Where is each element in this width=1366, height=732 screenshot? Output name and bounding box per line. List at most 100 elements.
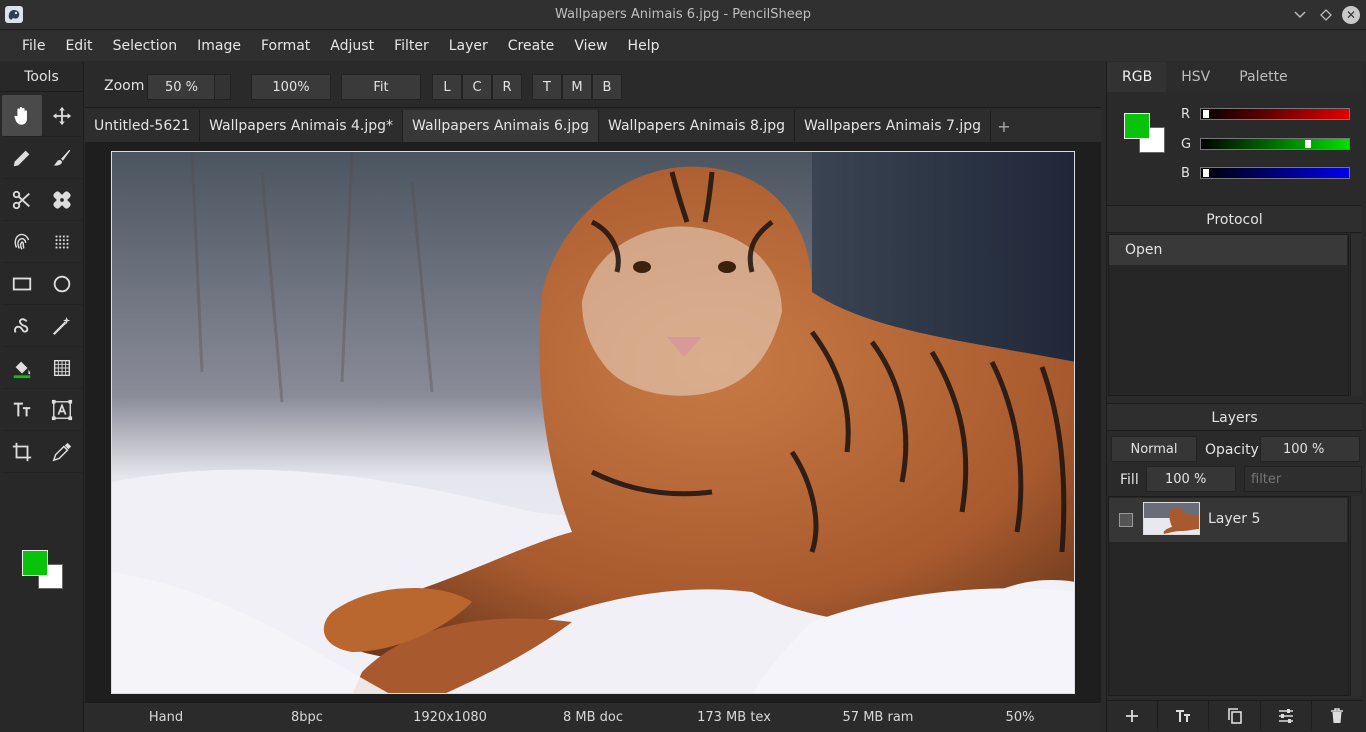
canvas-image[interactable] <box>111 151 1075 694</box>
tab-palette[interactable]: Palette <box>1224 62 1302 92</box>
opacity-input[interactable]: 100 % <box>1260 436 1360 462</box>
tab-wallpapers-animais-4[interactable]: Wallpapers Animais 4.jpg* <box>200 110 404 142</box>
tool-brush[interactable] <box>42 137 82 179</box>
menu-edit[interactable]: Edit <box>54 38 101 54</box>
tool-healing[interactable] <box>42 179 82 221</box>
scissors-icon <box>12 190 30 209</box>
tool-noise[interactable] <box>42 221 82 263</box>
tool-rectangle[interactable] <box>2 263 42 305</box>
menu-filter[interactable]: Filter <box>383 38 438 54</box>
maximize-button[interactable] <box>1316 5 1336 25</box>
text-layer-icon <box>1176 709 1191 722</box>
menu-selection[interactable]: Selection <box>102 38 187 54</box>
zoom-fit-button[interactable]: Fit <box>341 74 421 100</box>
status-tool: Hand <box>148 710 184 725</box>
add-layer-button[interactable] <box>1107 701 1159 730</box>
add-tab-button[interactable]: + <box>991 110 1017 142</box>
g-slider-knob[interactable] <box>1305 140 1311 148</box>
menu-adjust[interactable]: Adjust <box>319 38 383 54</box>
layer-row[interactable]: Layer 5 <box>1109 498 1347 542</box>
paint-bucket-icon <box>13 361 31 378</box>
zoom-spinner[interactable] <box>214 75 230 99</box>
close-button[interactable]: ✕ <box>1342 6 1360 24</box>
tab-untitled-5621[interactable]: Untitled-5621 <box>85 110 201 142</box>
ellipse-icon <box>53 275 71 292</box>
zoom-input[interactable]: 50 % <box>147 74 231 100</box>
tool-pencil[interactable] <box>2 137 42 179</box>
opacity-value: 100 % <box>1283 441 1325 457</box>
diamond-icon <box>1320 9 1332 21</box>
tool-text-frame[interactable] <box>42 389 82 431</box>
zoom-100-button[interactable]: 100% <box>251 74 331 100</box>
minimize-button[interactable] <box>1290 5 1310 25</box>
status-zoom: 50% <box>1005 710 1035 725</box>
layers-scrollbar[interactable] <box>1350 496 1362 696</box>
color-swatches[interactable] <box>20 549 66 591</box>
fill-input[interactable]: 100 % <box>1146 466 1236 492</box>
tab-wallpapers-animais-8[interactable]: Wallpapers Animais 8.jpg <box>599 110 796 142</box>
status-texture-memory: 173 MB tex <box>697 710 771 725</box>
zoom-label: Zoom <box>104 78 145 94</box>
tool-fill[interactable] <box>2 347 42 389</box>
layer-visibility-checkbox[interactable] <box>1119 513 1133 527</box>
protocol-header: Protocol <box>1107 205 1362 233</box>
tool-gradient[interactable] <box>42 347 82 389</box>
tool-eyedropper[interactable] <box>42 431 82 473</box>
text-layer-button[interactable] <box>1158 701 1210 730</box>
tool-ellipse[interactable] <box>42 263 82 305</box>
menu-view[interactable]: View <box>563 38 616 54</box>
layer-properties-button[interactable] <box>1261 701 1312 730</box>
canvas-area[interactable] <box>85 142 1101 702</box>
tab-wallpapers-animais-6[interactable]: Wallpapers Animais 6.jpg <box>403 110 600 142</box>
align-left-button[interactable]: L <box>432 74 462 100</box>
align-center-button[interactable]: C <box>462 74 492 100</box>
menu-create[interactable]: Create <box>497 38 564 54</box>
tool-text[interactable] <box>2 389 42 431</box>
menu-format[interactable]: Format <box>250 38 319 54</box>
menu-help[interactable]: Help <box>617 38 669 54</box>
r-channel-slider[interactable] <box>1200 108 1350 120</box>
tab-hsv[interactable]: HSV <box>1166 62 1224 92</box>
layer-properties-icon <box>1278 708 1293 723</box>
b-channel-slider[interactable] <box>1200 167 1350 179</box>
duplicate-layer-button[interactable] <box>1209 701 1261 730</box>
tool-crop[interactable] <box>2 431 42 473</box>
chevron-down-icon <box>1294 11 1306 19</box>
tool-smudge[interactable] <box>2 221 42 263</box>
tab-rgb[interactable]: RGB <box>1107 62 1167 92</box>
tool-lasso[interactable] <box>2 305 42 347</box>
status-bit-depth: 8bpc <box>291 710 323 725</box>
align-right-button[interactable]: R <box>492 74 522 100</box>
layer-filter-input[interactable] <box>1244 466 1362 492</box>
protocol-item-open[interactable]: Open <box>1109 235 1347 265</box>
tool-move[interactable] <box>42 95 82 137</box>
noise-dots-icon <box>55 235 69 248</box>
rectangle-icon <box>12 277 32 290</box>
g-channel-slider[interactable] <box>1200 138 1350 150</box>
color-mode-tabs: RGB HSV Palette <box>1107 62 1362 92</box>
menu-bar: File Edit Selection Image Format Adjust … <box>0 31 1366 61</box>
menu-image[interactable]: Image <box>186 38 250 54</box>
protocol-scrollbar[interactable] <box>1350 234 1362 396</box>
hand-icon <box>14 106 27 125</box>
tool-magic-wand[interactable] <box>42 305 82 347</box>
tab-wallpapers-animais-7[interactable]: Wallpapers Animais 7.jpg <box>795 110 991 142</box>
align-top-button[interactable]: T <box>532 74 562 100</box>
tool-hand[interactable] <box>2 95 42 137</box>
panel-foreground-swatch[interactable] <box>1124 113 1150 139</box>
tool-scissors[interactable] <box>2 179 42 221</box>
blend-mode-select[interactable]: Normal <box>1111 436 1197 462</box>
foreground-color-swatch[interactable] <box>22 550 48 576</box>
delete-layer-button[interactable] <box>1312 701 1362 730</box>
align-bottom-button[interactable]: B <box>592 74 622 100</box>
duplicate-layer-icon <box>1227 707 1242 724</box>
document-tabs: Untitled-5621 Wallpapers Animais 4.jpg* … <box>85 110 1101 142</box>
b-slider-knob[interactable] <box>1203 169 1209 177</box>
move-icon <box>52 106 72 125</box>
fill-label: Fill <box>1120 472 1139 488</box>
r-slider-knob[interactable] <box>1203 110 1209 118</box>
window-title: Wallpapers Animais 6.jpg - PencilSheep <box>554 7 812 22</box>
menu-layer[interactable]: Layer <box>438 38 497 54</box>
menu-file[interactable]: File <box>11 38 54 54</box>
align-middle-button[interactable]: M <box>562 74 592 100</box>
